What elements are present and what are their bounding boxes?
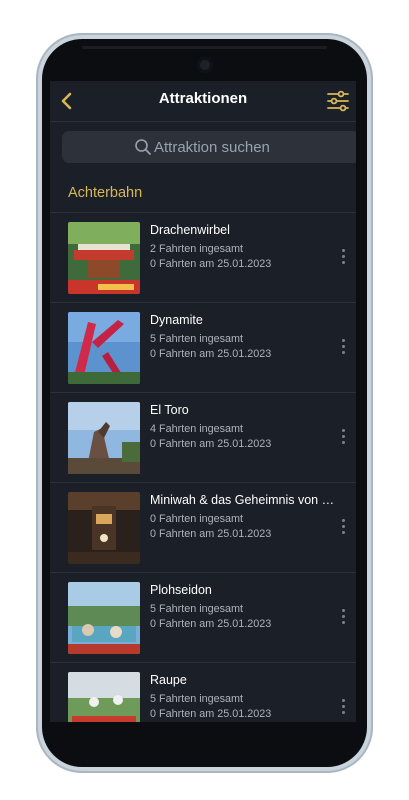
attraction-thumbnail [68,582,140,654]
attraction-thumbnail [68,492,140,564]
rides-on-date: 0 Fahrten am 25.01.2023 [150,438,272,450]
rides-on-date: 0 Fahrten am 25.01.2023 [150,708,272,720]
speaker [82,46,327,49]
filter-sliders-icon[interactable] [326,89,350,113]
phone-bezel: Attraktionen Attraktion suchen Achterbah… [42,39,367,767]
attraction-name: El Toro [150,403,189,417]
more-vertical-icon[interactable] [340,519,346,537]
more-vertical-icon[interactable] [340,429,346,447]
attraction-thumbnail [68,312,140,384]
list-item[interactable]: Plohseidon 5 Fahrten ingesamt 0 Fahrten … [50,573,356,663]
total-rides: 5 Fahrten ingesamt [150,603,244,615]
total-rides: 5 Fahrten ingesamt [150,333,244,345]
list-item[interactable]: Dynamite 5 Fahrten ingesamt 0 Fahrten am… [50,303,356,393]
rides-on-date: 0 Fahrten am 25.01.2023 [150,348,272,360]
list-item[interactable]: Miniwah & das Geheimnis von G... 0 Fahrt… [50,483,356,573]
app-screen: Attraktionen Attraktion suchen Achterbah… [50,81,356,722]
list-item[interactable]: El Toro 4 Fahrten ingesamt 0 Fahrten am … [50,393,356,483]
rides-on-date: 0 Fahrten am 25.01.2023 [150,528,272,540]
attraction-name: Dynamite [150,313,203,327]
attraction-thumbnail [68,222,140,294]
total-rides: 2 Fahrten ingesamt [150,243,244,255]
rides-on-date: 0 Fahrten am 25.01.2023 [150,258,272,270]
list-item[interactable]: Raupe 5 Fahrten ingesamt 0 Fahrten am 25… [50,663,356,722]
section-title: Achterbahn [68,185,143,201]
more-vertical-icon[interactable] [340,699,346,717]
search-icon [135,139,151,155]
total-rides: 5 Fahrten ingesamt [150,693,244,705]
camera-icon [196,57,213,73]
phone-frame: Attraktionen Attraktion suchen Achterbah… [36,33,373,773]
attraction-thumbnail [68,402,140,474]
search-bar[interactable] [62,131,356,163]
list-item[interactable]: Drachenwirbel 2 Fahrten ingesamt 0 Fahrt… [50,213,356,303]
app-bar: Attraktionen [50,81,356,122]
attraction-thumbnail [68,672,140,722]
page-title: Attraktionen [158,90,248,107]
total-rides: 4 Fahrten ingesamt [150,423,244,435]
more-vertical-icon[interactable] [340,339,346,357]
attraction-list: Drachenwirbel 2 Fahrten ingesamt 0 Fahrt… [50,213,356,722]
search-input[interactable] [154,131,344,163]
more-vertical-icon[interactable] [340,249,346,267]
attraction-name: Miniwah & das Geheimnis von G... [150,493,340,507]
attraction-name: Raupe [150,673,187,687]
more-vertical-icon[interactable] [340,609,346,627]
attraction-name: Drachenwirbel [150,223,230,237]
total-rides: 0 Fahrten ingesamt [150,513,244,525]
attraction-name: Plohseidon [150,583,212,597]
rides-on-date: 0 Fahrten am 25.01.2023 [150,618,272,630]
